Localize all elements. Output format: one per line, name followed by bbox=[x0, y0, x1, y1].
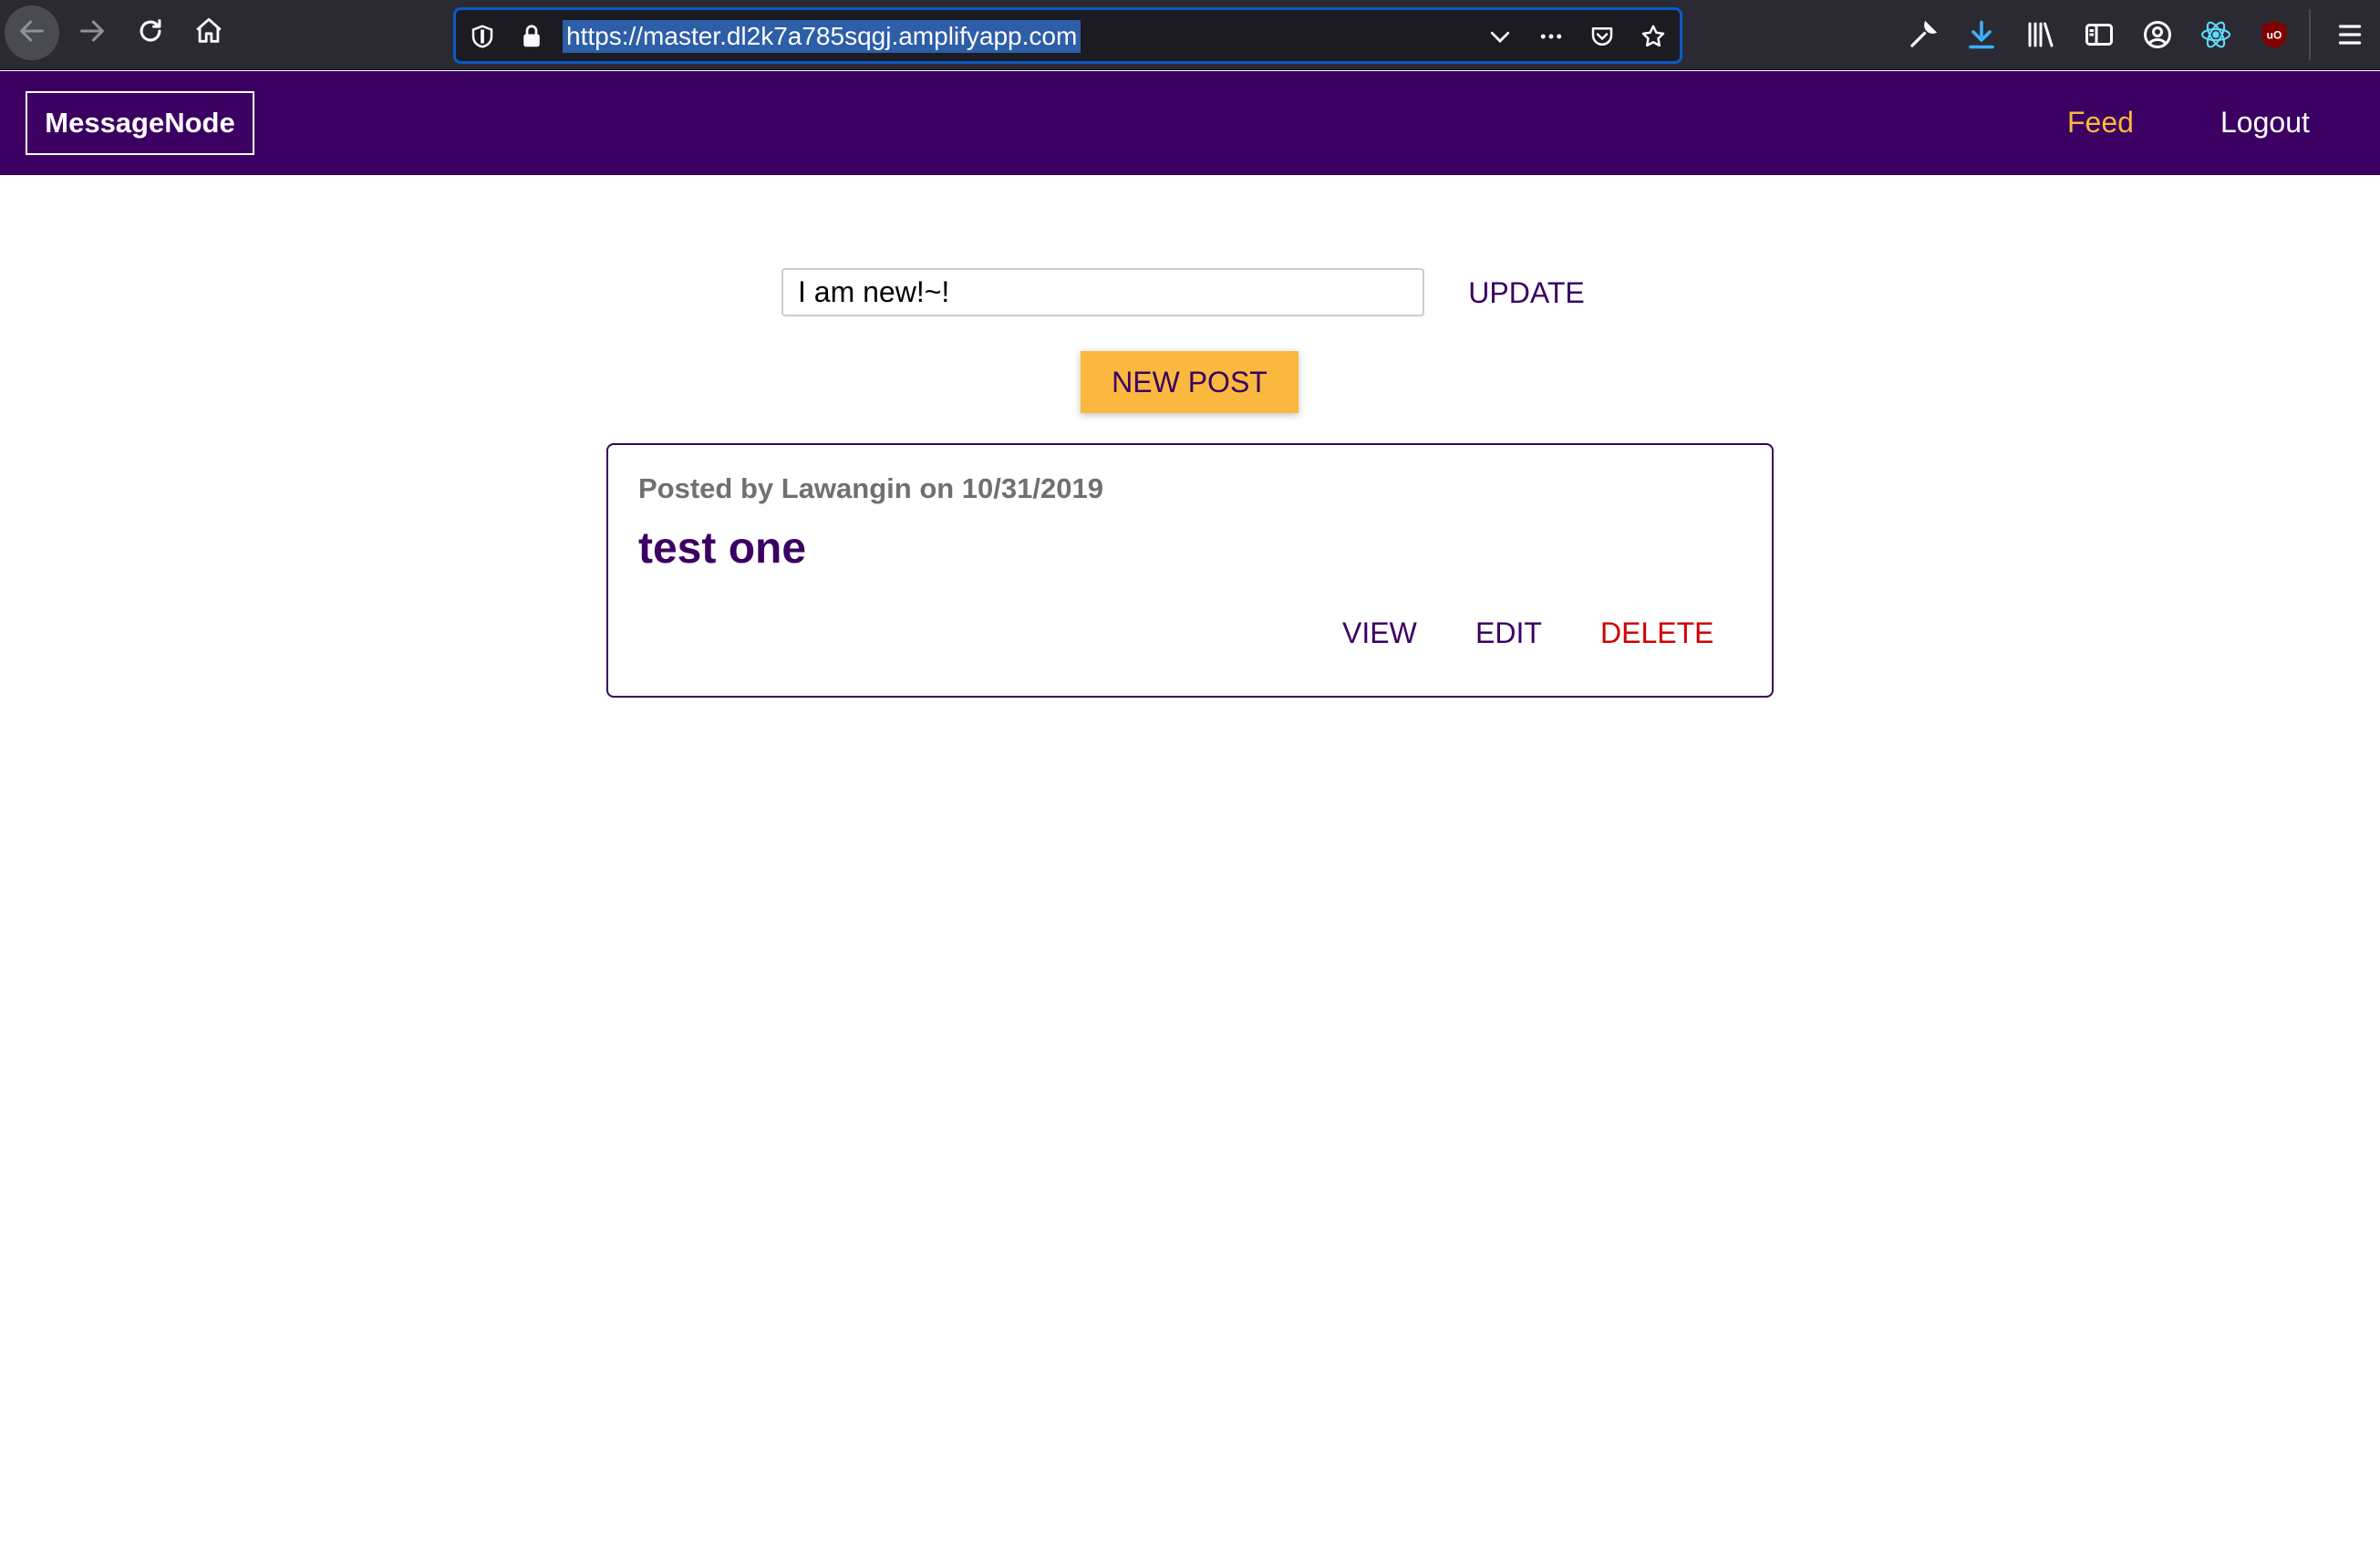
ublock-icon[interactable]: uO bbox=[2256, 16, 2292, 53]
url-text[interactable]: https://master.dl2k7a785sqgj.amplifyapp.… bbox=[563, 20, 1081, 53]
back-button[interactable] bbox=[5, 5, 59, 60]
account-icon[interactable] bbox=[2139, 16, 2176, 53]
hamburger-menu-icon[interactable] bbox=[2332, 16, 2368, 53]
wrench-icon[interactable] bbox=[1905, 16, 1941, 53]
svg-text:uO: uO bbox=[2267, 29, 2282, 42]
toolbar-separator bbox=[2309, 9, 2311, 60]
status-input[interactable] bbox=[781, 268, 1424, 316]
react-icon[interactable] bbox=[2198, 16, 2234, 53]
library-icon[interactable] bbox=[2023, 16, 2059, 53]
new-post-button[interactable]: NEW POST bbox=[1081, 351, 1299, 413]
update-status-button[interactable]: UPDATE bbox=[1459, 270, 1594, 316]
arrow-right-icon bbox=[77, 16, 108, 51]
delete-post-button[interactable]: DELETE bbox=[1600, 615, 1713, 651]
star-icon[interactable] bbox=[1638, 21, 1669, 52]
shield-icon[interactable] bbox=[467, 21, 498, 52]
edit-post-button[interactable]: EDIT bbox=[1475, 615, 1542, 651]
sidebar-icon[interactable] bbox=[2081, 16, 2117, 53]
logo[interactable]: MessageNode bbox=[26, 91, 254, 155]
download-icon[interactable] bbox=[1963, 16, 2000, 53]
post-card: Posted by Lawangin on 10/31/2019 test on… bbox=[606, 443, 1774, 698]
reload-button[interactable] bbox=[123, 5, 178, 60]
view-post-button[interactable]: VIEW bbox=[1342, 615, 1417, 651]
arrow-left-icon bbox=[16, 16, 47, 51]
address-bar[interactable]: https://master.dl2k7a785sqgj.amplifyapp.… bbox=[453, 7, 1682, 64]
reload-icon bbox=[135, 16, 166, 51]
lock-icon[interactable] bbox=[516, 21, 547, 52]
browser-toolbar: https://master.dl2k7a785sqgj.amplifyapp.… bbox=[0, 0, 2380, 70]
home-button[interactable] bbox=[181, 5, 236, 60]
main-header: MessageNode Feed Logout bbox=[0, 71, 2380, 175]
post-title: test one bbox=[638, 524, 807, 573]
nav-logout-link[interactable]: Logout bbox=[2220, 104, 2310, 140]
pocket-icon[interactable] bbox=[1587, 21, 1618, 52]
chevron-down-icon[interactable] bbox=[1485, 21, 1516, 52]
home-icon bbox=[193, 16, 224, 51]
nav-feed-link[interactable]: Feed bbox=[2067, 104, 2134, 140]
ellipsis-icon[interactable] bbox=[1536, 21, 1567, 52]
forward-button[interactable] bbox=[65, 5, 119, 60]
post-meta: Posted by Lawangin on 10/31/2019 bbox=[638, 472, 1103, 504]
